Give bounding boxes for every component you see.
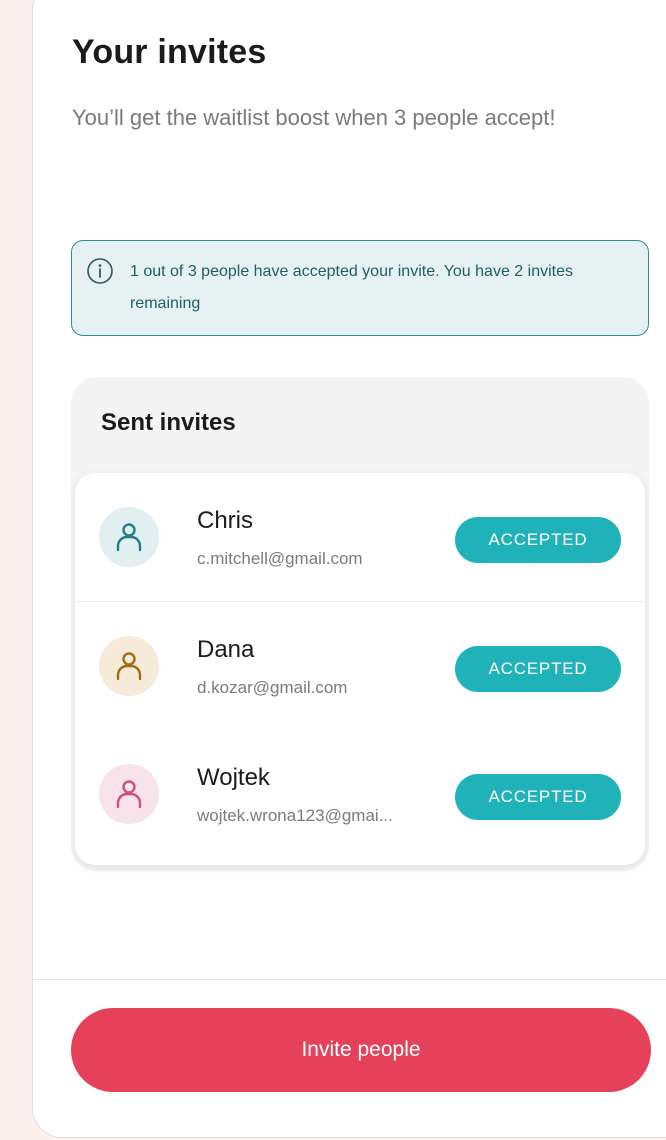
page-title: Your invites: [72, 33, 267, 71]
invitee-email: wojtek.wrona123@gmai...: [197, 806, 393, 825]
invite-people-button[interactable]: Invite people: [71, 1008, 651, 1092]
invitee-email: d.kozar@gmail.com: [197, 678, 348, 697]
person-icon: [116, 652, 142, 681]
sent-invites-list: Chris c.mitchell@gmail.com ACCEPTED Dana…: [75, 473, 645, 865]
person-icon: [116, 780, 142, 809]
sent-invites-card: Sent invites Chris c.mitchell@gmail.com …: [71, 377, 649, 871]
sent-invites-heading: Sent invites: [101, 409, 236, 436]
invite-row[interactable]: Dana d.kozar@gmail.com ACCEPTED: [75, 602, 645, 730]
page-subtitle: You’ll get the waitlist boost when 3 peo…: [72, 105, 556, 130]
status-badge: ACCEPTED: [455, 774, 621, 820]
invitee-email: c.mitchell@gmail.com: [197, 549, 363, 568]
info-banner: 1 out of 3 people have accepted your inv…: [71, 240, 649, 336]
avatar: [99, 507, 159, 567]
status-badge: ACCEPTED: [455, 646, 621, 692]
info-message: 1 out of 3 people have accepted your inv…: [130, 263, 573, 312]
invite-row[interactable]: Wojtek wojtek.wrona123@gmai... ACCEPTED: [75, 730, 645, 858]
invites-panel: Your invites You’ll get the waitlist boo…: [32, 0, 666, 1138]
invitee-name: Chris: [197, 507, 254, 534]
person-icon: [116, 523, 142, 552]
info-icon: [87, 258, 113, 284]
invitee-name: Wojtek: [197, 764, 270, 791]
invite-row[interactable]: Chris c.mitchell@gmail.com ACCEPTED: [75, 473, 645, 602]
status-badge: ACCEPTED: [455, 517, 621, 563]
invitee-name: Dana: [197, 636, 255, 663]
avatar: [99, 636, 159, 696]
footer-divider: [33, 979, 666, 980]
avatar: [99, 764, 159, 824]
